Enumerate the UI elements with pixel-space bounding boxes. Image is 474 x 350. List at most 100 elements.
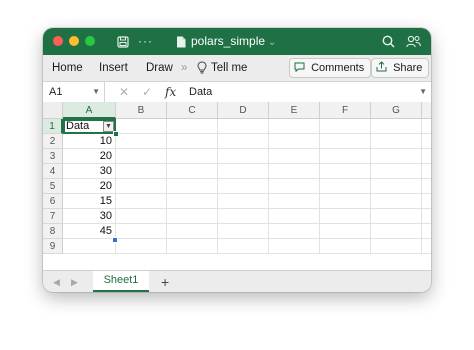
comments-button[interactable]: Comments	[289, 58, 372, 78]
cell-d2[interactable]	[218, 134, 269, 149]
cell-g3[interactable]	[371, 149, 422, 164]
cell-a6[interactable]: 15	[63, 194, 116, 209]
cell-g9[interactable]	[371, 239, 422, 254]
row-header-5[interactable]: 5	[43, 179, 63, 194]
column-header-d[interactable]: D	[218, 102, 269, 119]
minimize-window-button[interactable]	[69, 36, 79, 46]
cell-e7[interactable]	[269, 209, 320, 224]
cell-f5[interactable]	[320, 179, 371, 194]
cell-g6[interactable]	[371, 194, 422, 209]
name-box[interactable]: A1 ▼	[43, 82, 105, 102]
cancel-icon[interactable]: ✕	[119, 82, 129, 102]
column-header-a[interactable]: A	[63, 102, 116, 119]
formula-expand-icon[interactable]: ▼	[419, 82, 427, 102]
column-header-b[interactable]: B	[116, 102, 167, 119]
cell-d8[interactable]	[218, 224, 269, 239]
cell-b7[interactable]	[116, 209, 167, 224]
insert-function-icon[interactable]: fx	[165, 82, 176, 102]
cell-h7[interactable]	[422, 209, 431, 224]
cell-a5[interactable]: 20	[63, 179, 116, 194]
cell-e8[interactable]	[269, 224, 320, 239]
name-box-chevron-down-icon[interactable]: ▼	[92, 82, 100, 102]
formula-input[interactable]: Data	[189, 82, 212, 102]
cell-c5[interactable]	[167, 179, 218, 194]
cell-d1[interactable]	[218, 119, 269, 134]
cell-b4[interactable]	[116, 164, 167, 179]
cell-g2[interactable]	[371, 134, 422, 149]
cell-c7[interactable]	[167, 209, 218, 224]
cell-g5[interactable]	[371, 179, 422, 194]
column-header-g[interactable]: G	[371, 102, 422, 119]
row-header-3[interactable]: 3	[43, 149, 63, 164]
search-icon[interactable]	[382, 28, 395, 55]
cell-e5[interactable]	[269, 179, 320, 194]
row-header-1[interactable]: 1	[43, 119, 63, 134]
column-header-f[interactable]: F	[320, 102, 371, 119]
cell-e6[interactable]	[269, 194, 320, 209]
cell-c1[interactable]	[167, 119, 218, 134]
column-header-c[interactable]: C	[167, 102, 218, 119]
close-window-button[interactable]	[53, 36, 63, 46]
cell-c9[interactable]	[167, 239, 218, 254]
row-header-9[interactable]: 9	[43, 239, 63, 254]
cell-b5[interactable]	[116, 179, 167, 194]
cell-e4[interactable]	[269, 164, 320, 179]
cell-d4[interactable]	[218, 164, 269, 179]
cell-c6[interactable]	[167, 194, 218, 209]
cell-h9[interactable]	[422, 239, 431, 254]
cell-h4[interactable]	[422, 164, 431, 179]
row-header-7[interactable]: 7	[43, 209, 63, 224]
document-title[interactable]: polars_simple ⌄	[191, 28, 276, 55]
column-header-e[interactable]: E	[269, 102, 320, 119]
lightbulb-icon[interactable]	[197, 55, 207, 81]
zoom-window-button[interactable]	[85, 36, 95, 46]
cell-g4[interactable]	[371, 164, 422, 179]
cell-c2[interactable]	[167, 134, 218, 149]
cell-g1[interactable]	[371, 119, 422, 134]
cell-e2[interactable]	[269, 134, 320, 149]
cell-e9[interactable]	[269, 239, 320, 254]
next-sheet-icon[interactable]: ▶	[71, 271, 78, 292]
cell-d6[interactable]	[218, 194, 269, 209]
cell-e3[interactable]	[269, 149, 320, 164]
cell-b3[interactable]	[116, 149, 167, 164]
sheet-tab-sheet1[interactable]: Sheet1	[93, 271, 149, 292]
cell-d5[interactable]	[218, 179, 269, 194]
cell-f4[interactable]	[320, 164, 371, 179]
tab-insert[interactable]: Insert	[99, 55, 128, 81]
cell-f2[interactable]	[320, 134, 371, 149]
cell-b9[interactable]	[116, 239, 167, 254]
cell-f8[interactable]	[320, 224, 371, 239]
cell-b2[interactable]	[116, 134, 167, 149]
cell-f9[interactable]	[320, 239, 371, 254]
cell-f3[interactable]	[320, 149, 371, 164]
cell-e1[interactable]	[269, 119, 320, 134]
cell-c8[interactable]	[167, 224, 218, 239]
row-header-8[interactable]: 8	[43, 224, 63, 239]
row-header-2[interactable]: 2	[43, 134, 63, 149]
cell-h8[interactable]	[422, 224, 431, 239]
share-button[interactable]: Share	[371, 58, 430, 78]
people-icon[interactable]	[406, 28, 421, 55]
tell-me-search[interactable]: Tell me	[211, 55, 247, 81]
ribbon-overflow-icon[interactable]: »	[181, 55, 187, 81]
spreadsheet-grid[interactable]: A B C D E F G 1 2 3 4 5 6 7 8 9 Data 10 …	[43, 102, 431, 270]
cell-c3[interactable]	[167, 149, 218, 164]
cell-d3[interactable]	[218, 149, 269, 164]
cell-a8[interactable]: 45	[63, 224, 116, 239]
tab-home[interactable]: Home	[52, 55, 83, 81]
cell-a2[interactable]: 10	[63, 134, 116, 149]
cell-h6[interactable]	[422, 194, 431, 209]
select-all-corner[interactable]	[43, 102, 63, 119]
enter-check-icon[interactable]: ✓	[142, 82, 152, 102]
cell-g8[interactable]	[371, 224, 422, 239]
cell-f6[interactable]	[320, 194, 371, 209]
cell-b1[interactable]	[116, 119, 167, 134]
cell-d7[interactable]	[218, 209, 269, 224]
cell-c4[interactable]	[167, 164, 218, 179]
cell-b6[interactable]	[116, 194, 167, 209]
table-resize-handle[interactable]	[112, 237, 118, 243]
cell-h1[interactable]	[422, 119, 431, 134]
cell-a9[interactable]	[63, 239, 116, 254]
cell-d9[interactable]	[218, 239, 269, 254]
